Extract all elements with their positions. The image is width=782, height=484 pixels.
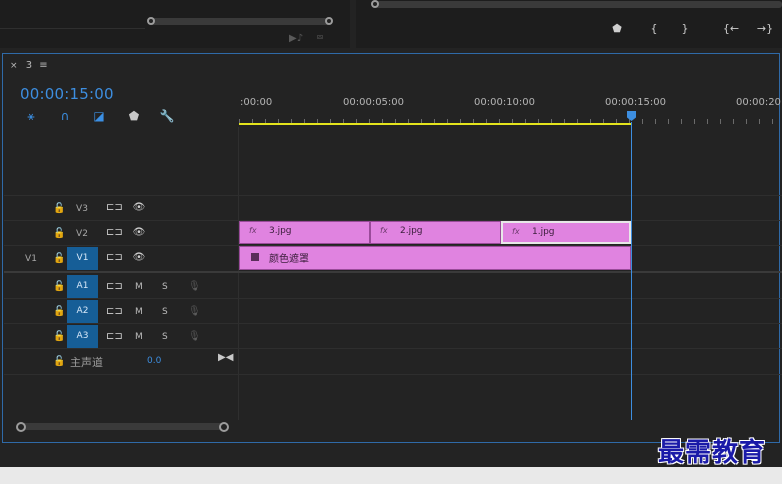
lock-icon[interactable]: 🔓 — [53, 203, 65, 214]
add-marker-icon[interactable]: ⬟ — [610, 22, 624, 36]
row-divider — [4, 348, 782, 349]
scrollbar-handle-left[interactable] — [16, 422, 26, 432]
go-to-in-icon[interactable]: {← — [722, 22, 740, 36]
clip-name: 颜色遮罩 — [269, 254, 309, 265]
close-icon[interactable]: × — [10, 61, 18, 71]
source-patch-v1[interactable]: V1 — [21, 254, 41, 264]
solo-button[interactable]: S — [162, 332, 168, 342]
go-to-out-icon[interactable]: →} — [756, 22, 774, 36]
video-audio-divider — [4, 271, 782, 273]
sync-lock-icon[interactable]: ⊏⊐ — [106, 331, 123, 342]
microphone-icon[interactable]: 🎙 — [188, 306, 201, 317]
timeline-zoom-scrollbar[interactable] — [20, 423, 224, 430]
go-to-end-icon[interactable]: ▶◀ — [218, 352, 233, 363]
ruler-label: 00:00:15:00 — [605, 97, 667, 108]
ruler-label: :00:00 — [240, 97, 273, 108]
master-volume-value[interactable]: 0.0 — [147, 356, 161, 366]
track-label-v3[interactable]: V3 — [72, 204, 92, 214]
master-track-label: 主声道 — [70, 356, 103, 369]
lock-icon[interactable]: 🔓 — [53, 281, 65, 292]
mark-in-icon[interactable]: { — [647, 22, 661, 36]
snap-icon[interactable]: ∩ — [57, 108, 73, 124]
fx-badge: fx — [512, 227, 520, 236]
insert-audio-icon[interactable]: ▶♪ — [289, 33, 303, 44]
lock-icon[interactable]: 🔓 — [53, 331, 65, 342]
sync-lock-icon[interactable]: ⊏⊐ — [106, 202, 123, 213]
track-label-v1[interactable]: V1 — [67, 247, 98, 270]
column-divider — [238, 127, 239, 420]
playhead-timecode[interactable]: 00:00:15:00 — [20, 85, 114, 103]
track-label-a1[interactable]: A1 — [67, 275, 98, 298]
clip-2jpg[interactable]: fx 2.jpg — [370, 221, 501, 244]
solo-button[interactable]: S — [162, 282, 168, 292]
wrench-icon[interactable]: 🔧 — [159, 108, 175, 124]
clip-1jpg[interactable]: fx 1.jpg — [501, 221, 631, 244]
mark-out-icon[interactable]: } — [678, 22, 692, 36]
mute-button[interactable]: M — [135, 332, 143, 342]
eye-icon[interactable]: 👁 — [132, 227, 146, 238]
work-area-bar[interactable] — [239, 123, 632, 125]
solo-button[interactable]: S — [162, 307, 168, 317]
clip-name: 2.jpg — [400, 226, 423, 236]
clip-name: 3.jpg — [269, 226, 292, 236]
row-divider — [4, 298, 782, 299]
track-label-a2[interactable]: A2 — [67, 300, 98, 323]
eye-icon[interactable]: 👁 — [132, 202, 146, 213]
scrollbar-handle-right[interactable] — [219, 422, 229, 432]
lock-icon[interactable]: 🔓 — [53, 306, 65, 317]
sequence-tab[interactable]: × 3 ≡ — [10, 60, 48, 71]
desktop-strip — [0, 467, 782, 484]
row-divider — [4, 195, 782, 196]
sync-lock-icon[interactable]: ⊏⊐ — [106, 252, 123, 263]
eye-icon[interactable]: 👁 — [132, 252, 146, 263]
sync-lock-icon[interactable]: ⊏⊐ — [106, 227, 123, 238]
hamburger-icon[interactable]: ≡ — [39, 60, 47, 71]
scrollbar-handle-left[interactable] — [147, 17, 155, 25]
clip-name: 1.jpg — [532, 227, 555, 237]
sync-lock-icon[interactable]: ⊏⊐ — [106, 281, 123, 292]
ruler-label: 00:00:20: — [736, 97, 782, 108]
ruler-label: 00:00:05:00 — [343, 97, 405, 108]
microphone-icon[interactable]: 🎙 — [188, 331, 201, 342]
insert-icon[interactable]: ⚹ — [23, 108, 39, 124]
lock-icon[interactable]: 🔓 — [53, 228, 65, 239]
sync-lock-icon[interactable]: ⊏⊐ — [106, 306, 123, 317]
program-zoom-scrollbar[interactable] — [375, 1, 782, 8]
lock-icon[interactable]: 🔓 — [53, 253, 65, 264]
divider — [0, 28, 145, 29]
ruler-label: 00:00:10:00 — [474, 97, 536, 108]
fx-badge: fx — [380, 226, 388, 235]
track-label-a3[interactable]: A3 — [67, 325, 98, 348]
scrollbar-handle[interactable] — [371, 0, 379, 8]
fx-badge: fx — [249, 226, 257, 235]
mute-button[interactable]: M — [135, 282, 143, 292]
microphone-icon[interactable]: 🎙 — [188, 281, 201, 292]
watermark: 最需教育 — [658, 438, 767, 468]
playhead-line[interactable] — [631, 122, 632, 420]
export-frame-icon[interactable]: ⮹ — [316, 33, 324, 44]
lock-icon[interactable]: 🔓 — [53, 356, 65, 367]
sequence-tab-label[interactable]: 3 — [26, 60, 32, 71]
clip-3jpg[interactable]: fx 3.jpg — [239, 221, 370, 244]
scrollbar-handle-right[interactable] — [325, 17, 333, 25]
color-matte-icon — [251, 253, 259, 261]
marker-icon[interactable]: ⬟ — [126, 108, 142, 124]
row-divider — [4, 323, 782, 324]
mute-button[interactable]: M — [135, 307, 143, 317]
linked-selection-icon[interactable]: ◪ — [91, 108, 107, 124]
source-zoom-scrollbar[interactable] — [150, 18, 330, 25]
clip-color-matte[interactable]: 颜色遮罩 — [239, 246, 631, 270]
track-label-v2[interactable]: V2 — [72, 229, 92, 239]
row-divider — [4, 374, 782, 375]
